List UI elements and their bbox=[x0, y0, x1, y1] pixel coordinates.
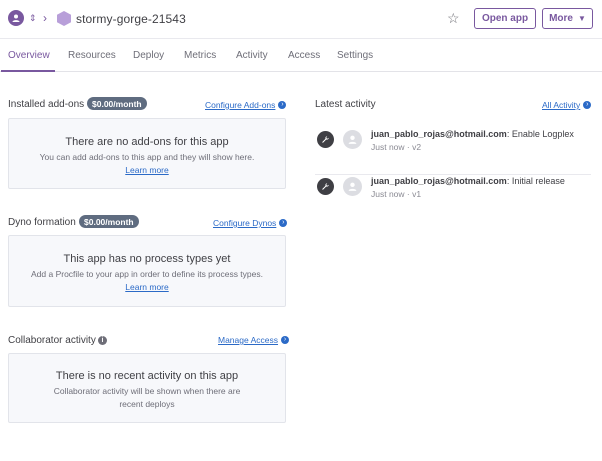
wrench-icon bbox=[317, 178, 334, 195]
collab-title: Collaborator activity bbox=[8, 335, 96, 346]
arrow-right-icon: › bbox=[279, 219, 288, 227]
arrow-right-icon: › bbox=[278, 101, 287, 109]
tab-resources[interactable]: Resources bbox=[68, 50, 116, 61]
tab-deploy[interactable]: Deploy bbox=[133, 50, 164, 61]
arrow-right-icon: › bbox=[281, 336, 290, 344]
nav-tabs: Overview Resources Deploy Metrics Activi… bbox=[0, 38, 602, 72]
open-app-button[interactable]: Open app bbox=[474, 8, 536, 29]
info-icon[interactable]: i bbox=[98, 336, 107, 345]
collab-empty-panel: There is no recent activity on this app … bbox=[8, 353, 286, 423]
collab-empty-body: Collaborator activity will be shown when… bbox=[53, 386, 241, 409]
activity-item: juan_pablo_rojas@hotmail.com: Enable Log… bbox=[315, 129, 591, 175]
user-icon bbox=[12, 14, 20, 22]
user-avatar[interactable] bbox=[8, 10, 24, 26]
tab-access[interactable]: Access bbox=[288, 50, 320, 61]
addons-price-badge: $0.00/month bbox=[87, 97, 147, 110]
addons-learn-more-link[interactable]: Learn more bbox=[125, 165, 168, 175]
wrench-icon bbox=[317, 131, 334, 148]
chevron-right-icon: › bbox=[43, 11, 47, 25]
star-icon[interactable]: ☆ bbox=[447, 10, 460, 26]
manage-access-link[interactable]: Manage Access › bbox=[218, 335, 290, 345]
dynos-empty-panel: This app has no process types yet Add a … bbox=[8, 235, 286, 307]
switcher-icon[interactable]: ⇕ bbox=[29, 12, 37, 24]
activity-meta: Just now · v1 bbox=[371, 189, 422, 199]
collab-empty-title: There is no recent activity on this app bbox=[55, 370, 239, 382]
all-activity-link[interactable]: All Activity › bbox=[542, 100, 592, 110]
dynos-price-badge: $0.00/month bbox=[79, 215, 139, 228]
activity-meta: Just now · v2 bbox=[371, 142, 422, 152]
tab-overview[interactable]: Overview bbox=[8, 50, 50, 61]
tab-metrics[interactable]: Metrics bbox=[184, 50, 216, 61]
activity-email[interactable]: juan_pablo_rojas@hotmail.com bbox=[371, 176, 507, 186]
app-hexagon-icon bbox=[57, 11, 71, 26]
configure-addons-link[interactable]: Configure Add-ons › bbox=[205, 100, 287, 110]
addons-empty-title: There are no add-ons for this app bbox=[65, 136, 229, 148]
dynos-empty-title: This app has no process types yet bbox=[63, 253, 231, 265]
user-avatar-icon bbox=[343, 177, 362, 196]
user-avatar-icon bbox=[343, 130, 362, 149]
dynos-title: Dyno formation bbox=[8, 217, 76, 228]
tab-settings[interactable]: Settings bbox=[337, 50, 373, 61]
more-button[interactable]: More ▼ bbox=[542, 8, 593, 29]
chevron-down-icon: ▼ bbox=[577, 14, 586, 23]
app-header: ⇕ › stormy-gorge-21543 ☆ Open app More ▼ bbox=[0, 0, 602, 38]
activity-title: Latest activity bbox=[315, 99, 376, 110]
dynos-empty-body: Add a Procfile to your app in order to d… bbox=[31, 269, 263, 292]
addons-title: Installed add-ons bbox=[8, 99, 85, 110]
active-tab-indicator bbox=[1, 70, 55, 72]
configure-dynos-link[interactable]: Configure Dynos › bbox=[213, 218, 288, 228]
activity-item: juan_pablo_rojas@hotmail.com: Initial re… bbox=[315, 176, 591, 222]
activity-text: juan_pablo_rojas@hotmail.com: Initial re… bbox=[371, 176, 565, 186]
addons-empty-body: You can add add-ons to this app and they… bbox=[39, 152, 255, 175]
dynos-learn-more-link[interactable]: Learn more bbox=[125, 282, 168, 292]
addons-empty-panel: There are no add-ons for this app You ca… bbox=[8, 118, 286, 189]
app-name[interactable]: stormy-gorge-21543 bbox=[76, 12, 186, 26]
arrow-right-icon: › bbox=[583, 101, 592, 109]
activity-email[interactable]: juan_pablo_rojas@hotmail.com bbox=[371, 129, 507, 139]
tab-activity[interactable]: Activity bbox=[236, 50, 268, 61]
activity-text: juan_pablo_rojas@hotmail.com: Enable Log… bbox=[371, 129, 574, 139]
